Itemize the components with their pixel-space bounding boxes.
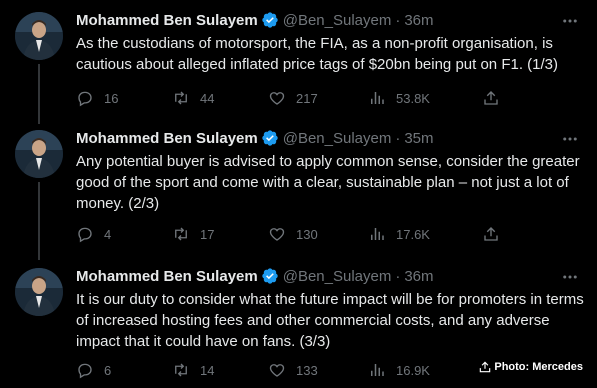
reply-count: 16 [104, 90, 119, 106]
like-button[interactable]: 133 [268, 360, 318, 380]
separator-dot: · [395, 11, 401, 29]
thread-connector [38, 182, 40, 260]
photo-credit-text: Photo: Mercedes [494, 361, 583, 373]
share-icon [484, 227, 498, 241]
retweet-icon [175, 91, 187, 105]
reply-icon [78, 91, 92, 107]
tweet-2[interactable]: Mohammed Ben Sulayem @Ben_Sulayem · 35m … [0, 128, 597, 260]
retweet-count: 14 [200, 362, 215, 378]
tweet-1[interactable]: Mohammed Ben Sulayem @Ben_Sulayem · 36m … [0, 10, 597, 124]
views-count: 53.8K [396, 90, 430, 106]
tweet-header: Mohammed Ben Sulayem @Ben_Sulayem · 36m [76, 10, 434, 30]
retweet-icon [175, 227, 187, 241]
avatar[interactable] [15, 130, 63, 178]
timestamp[interactable]: 35m [404, 130, 433, 147]
verified-badge-icon [262, 130, 278, 146]
verified-badge-icon [262, 12, 278, 28]
avatar[interactable] [15, 268, 63, 316]
tweet-text: Any potential buyer is advised to apply … [76, 153, 580, 212]
like-icon [269, 228, 285, 241]
author-name[interactable]: Mohammed Ben Sulayem [76, 12, 258, 29]
share-icon [484, 91, 498, 105]
author-name[interactable]: Mohammed Ben Sulayem [76, 130, 258, 147]
tweet-actions: 4 17 130 17.6K [76, 224, 586, 244]
tweet-text: As the custodians of motorsport, the FIA… [76, 35, 558, 73]
thread-connector [38, 64, 40, 124]
like-button[interactable]: 217 [268, 88, 318, 108]
share-button[interactable] [482, 224, 500, 244]
views-icon [371, 364, 384, 376]
avatar[interactable] [15, 12, 63, 60]
like-count: 217 [296, 90, 318, 106]
reply-button[interactable]: 16 [76, 88, 118, 108]
reply-icon [78, 227, 92, 243]
verified-badge-icon [262, 268, 278, 284]
reply-button[interactable]: 6 [76, 360, 111, 380]
tweet-header: Mohammed Ben Sulayem @Ben_Sulayem · 35m [76, 128, 434, 148]
reply-button[interactable]: 4 [76, 224, 111, 244]
separator-dot: · [395, 129, 401, 147]
retweet-button[interactable]: 44 [172, 88, 214, 108]
author-name[interactable]: Mohammed Ben Sulayem [76, 268, 258, 285]
reply-count: 4 [104, 226, 112, 242]
tweet-header: Mohammed Ben Sulayem @Ben_Sulayem · 36m [76, 266, 434, 286]
author-handle[interactable]: @Ben_Sulayem [283, 12, 392, 29]
more-icon[interactable] [561, 130, 579, 148]
share-button[interactable] [482, 88, 500, 108]
views-count: 17.6K [396, 226, 430, 242]
more-icon[interactable] [561, 12, 579, 30]
views-button[interactable]: 17.6K [368, 224, 430, 244]
tweet-actions: 16 44 217 53.8K [76, 88, 586, 108]
reply-count: 6 [104, 362, 112, 378]
retweet-icon [175, 363, 187, 377]
retweet-count: 44 [200, 90, 215, 106]
like-button[interactable]: 130 [268, 224, 318, 244]
author-handle[interactable]: @Ben_Sulayem [283, 130, 392, 147]
tweet-text: It is our duty to consider what the futu… [76, 291, 584, 350]
share-icon[interactable] [478, 360, 492, 374]
separator-dot: · [395, 267, 401, 285]
retweet-count: 17 [200, 226, 215, 242]
views-icon [371, 92, 384, 104]
like-count: 133 [296, 362, 318, 378]
photo-credit: Photo: Mercedes [478, 360, 583, 374]
views-button[interactable]: 16.9K [368, 360, 430, 380]
views-icon [371, 228, 384, 240]
like-icon [269, 92, 285, 105]
retweet-button[interactable]: 17 [172, 224, 214, 244]
author-handle[interactable]: @Ben_Sulayem [283, 268, 392, 285]
views-button[interactable]: 53.8K [368, 88, 430, 108]
retweet-button[interactable]: 14 [172, 360, 214, 380]
views-count: 16.9K [396, 362, 430, 378]
like-count: 130 [296, 226, 318, 242]
reply-icon [78, 363, 92, 379]
timestamp[interactable]: 36m [404, 12, 433, 29]
more-icon[interactable] [561, 268, 579, 286]
timestamp[interactable]: 36m [404, 268, 433, 285]
like-icon [269, 364, 285, 377]
